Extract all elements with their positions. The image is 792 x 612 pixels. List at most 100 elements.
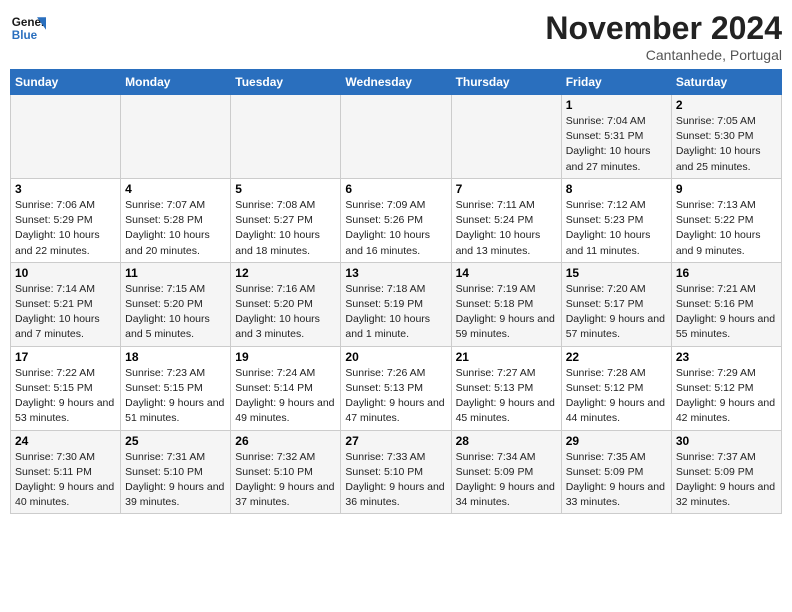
day-info: Sunrise: 7:28 AM Sunset: 5:12 PM Dayligh… [566,366,667,427]
day-number: 16 [676,266,777,280]
calendar-cell: 8 Sunrise: 7:12 AM Sunset: 5:23 PM Daylig… [561,178,671,262]
calendar-cell: 21 Sunrise: 7:27 AM Sunset: 5:13 PM Dayli… [451,346,561,430]
day-info: Sunrise: 7:32 AM Sunset: 5:10 PM Dayligh… [235,450,336,511]
calendar-cell: 15Sunrise: 7:20 AM Sunset: 5:17 PM Dayli… [561,262,671,346]
day-info: Sunrise: 7:15 AM Sunset: 5:20 PM Dayligh… [125,282,226,343]
calendar-week-row: 3 Sunrise: 7:06 AM Sunset: 5:29 PM Daylig… [11,178,782,262]
day-info: Sunrise: 7:19 AM Sunset: 5:18 PM Dayligh… [456,282,557,343]
month-title: November 2024 [545,10,782,47]
calendar-cell: 17 Sunrise: 7:22 AM Sunset: 5:15 PM Dayli… [11,346,121,430]
calendar-cell: 14 Sunrise: 7:19 AM Sunset: 5:18 PM Dayli… [451,262,561,346]
day-number: 24 [15,434,116,448]
weekday-header-sunday: Sunday [11,70,121,95]
calendar-week-row: 17 Sunrise: 7:22 AM Sunset: 5:15 PM Dayli… [11,346,782,430]
day-info: Sunrise: 7:11 AM Sunset: 5:24 PM Dayligh… [456,198,557,259]
calendar-body: 1 Sunrise: 7:04 AM Sunset: 5:31 PM Daylig… [11,95,782,514]
day-number: 26 [235,434,336,448]
day-number: 14 [456,266,557,280]
calendar-cell: 30 Sunrise: 7:37 AM Sunset: 5:09 PM Dayli… [671,430,781,514]
calendar-cell: 10 Sunrise: 7:14 AM Sunset: 5:21 PM Dayli… [11,262,121,346]
calendar-cell: 28 Sunrise: 7:34 AM Sunset: 5:09 PM Dayli… [451,430,561,514]
calendar-cell [121,95,231,179]
day-number: 9 [676,182,777,196]
calendar-cell: 5Sunrise: 7:08 AM Sunset: 5:27 PM Daylig… [231,178,341,262]
day-number: 1 [566,98,667,112]
day-info: Sunrise: 7:23 AM Sunset: 5:15 PM Dayligh… [125,366,226,427]
calendar-cell [11,95,121,179]
title-block: November 2024 Cantanhede, Portugal [545,10,782,63]
calendar-cell: 1 Sunrise: 7:04 AM Sunset: 5:31 PM Daylig… [561,95,671,179]
day-info: Sunrise: 7:35 AM Sunset: 5:09 PM Dayligh… [566,450,667,511]
day-number: 6 [345,182,446,196]
day-number: 4 [125,182,226,196]
day-number: 18 [125,350,226,364]
day-number: 28 [456,434,557,448]
day-number: 20 [345,350,446,364]
calendar-cell: 26 Sunrise: 7:32 AM Sunset: 5:10 PM Dayli… [231,430,341,514]
weekday-header-saturday: Saturday [671,70,781,95]
day-number: 27 [345,434,446,448]
day-number: 23 [676,350,777,364]
calendar-cell: 29 Sunrise: 7:35 AM Sunset: 5:09 PM Dayli… [561,430,671,514]
day-info: Sunrise: 7:04 AM Sunset: 5:31 PM Dayligh… [566,114,667,175]
calendar-week-row: 24 Sunrise: 7:30 AM Sunset: 5:11 PM Dayli… [11,430,782,514]
calendar-cell: 2 Sunrise: 7:05 AM Sunset: 5:30 PM Daylig… [671,95,781,179]
day-info: Sunrise: 7:33 AM Sunset: 5:10 PM Dayligh… [345,450,446,511]
day-info: Sunrise: 7:34 AM Sunset: 5:09 PM Dayligh… [456,450,557,511]
calendar-cell: 23 Sunrise: 7:29 AM Sunset: 5:12 PM Dayli… [671,346,781,430]
calendar-header: SundayMondayTuesdayWednesdayThursdayFrid… [11,70,782,95]
day-info: Sunrise: 7:13 AM Sunset: 5:22 PM Dayligh… [676,198,777,259]
calendar-week-row: 10 Sunrise: 7:14 AM Sunset: 5:21 PM Dayli… [11,262,782,346]
day-info: Sunrise: 7:12 AM Sunset: 5:23 PM Dayligh… [566,198,667,259]
calendar-cell: 6Sunrise: 7:09 AM Sunset: 5:26 PM Daylig… [341,178,451,262]
day-info: Sunrise: 7:14 AM Sunset: 5:21 PM Dayligh… [15,282,116,343]
day-info: Sunrise: 7:06 AM Sunset: 5:29 PM Dayligh… [15,198,116,259]
day-info: Sunrise: 7:29 AM Sunset: 5:12 PM Dayligh… [676,366,777,427]
day-info: Sunrise: 7:24 AM Sunset: 5:14 PM Dayligh… [235,366,336,427]
calendar-cell: 22 Sunrise: 7:28 AM Sunset: 5:12 PM Dayli… [561,346,671,430]
day-info: Sunrise: 7:08 AM Sunset: 5:27 PM Dayligh… [235,198,336,259]
day-info: Sunrise: 7:07 AM Sunset: 5:28 PM Dayligh… [125,198,226,259]
day-number: 7 [456,182,557,196]
day-number: 25 [125,434,226,448]
page-header: General Blue November 2024 Cantanhede, P… [10,10,782,63]
day-number: 30 [676,434,777,448]
calendar-cell: 27 Sunrise: 7:33 AM Sunset: 5:10 PM Dayli… [341,430,451,514]
day-info: Sunrise: 7:05 AM Sunset: 5:30 PM Dayligh… [676,114,777,175]
day-info: Sunrise: 7:27 AM Sunset: 5:13 PM Dayligh… [456,366,557,427]
day-info: Sunrise: 7:18 AM Sunset: 5:19 PM Dayligh… [345,282,446,343]
day-number: 29 [566,434,667,448]
calendar-cell: 24 Sunrise: 7:30 AM Sunset: 5:11 PM Dayli… [11,430,121,514]
calendar-cell [341,95,451,179]
calendar-cell: 11Sunrise: 7:15 AM Sunset: 5:20 PM Dayli… [121,262,231,346]
svg-text:Blue: Blue [12,29,38,42]
day-number: 8 [566,182,667,196]
day-info: Sunrise: 7:26 AM Sunset: 5:13 PM Dayligh… [345,366,446,427]
calendar-cell: 9 Sunrise: 7:13 AM Sunset: 5:22 PM Daylig… [671,178,781,262]
weekday-header-monday: Monday [121,70,231,95]
logo: General Blue [10,10,46,46]
day-number: 2 [676,98,777,112]
calendar-cell: 20 Sunrise: 7:26 AM Sunset: 5:13 PM Dayli… [341,346,451,430]
day-info: Sunrise: 7:22 AM Sunset: 5:15 PM Dayligh… [15,366,116,427]
day-info: Sunrise: 7:20 AM Sunset: 5:17 PM Dayligh… [566,282,667,343]
day-number: 21 [456,350,557,364]
calendar-cell: 19 Sunrise: 7:24 AM Sunset: 5:14 PM Dayli… [231,346,341,430]
day-number: 12 [235,266,336,280]
calendar-cell: 12 Sunrise: 7:16 AM Sunset: 5:20 PM Dayli… [231,262,341,346]
day-number: 13 [345,266,446,280]
day-info: Sunrise: 7:30 AM Sunset: 5:11 PM Dayligh… [15,450,116,511]
calendar-cell [231,95,341,179]
calendar-cell: 18 Sunrise: 7:23 AM Sunset: 5:15 PM Dayli… [121,346,231,430]
day-number: 3 [15,182,116,196]
day-number: 10 [15,266,116,280]
day-info: Sunrise: 7:21 AM Sunset: 5:16 PM Dayligh… [676,282,777,343]
day-info: Sunrise: 7:37 AM Sunset: 5:09 PM Dayligh… [676,450,777,511]
day-number: 22 [566,350,667,364]
calendar-cell: 16 Sunrise: 7:21 AM Sunset: 5:16 PM Dayli… [671,262,781,346]
day-number: 17 [15,350,116,364]
day-info: Sunrise: 7:16 AM Sunset: 5:20 PM Dayligh… [235,282,336,343]
calendar-cell: 13 Sunrise: 7:18 AM Sunset: 5:19 PM Dayli… [341,262,451,346]
weekday-header-tuesday: Tuesday [231,70,341,95]
day-number: 19 [235,350,336,364]
